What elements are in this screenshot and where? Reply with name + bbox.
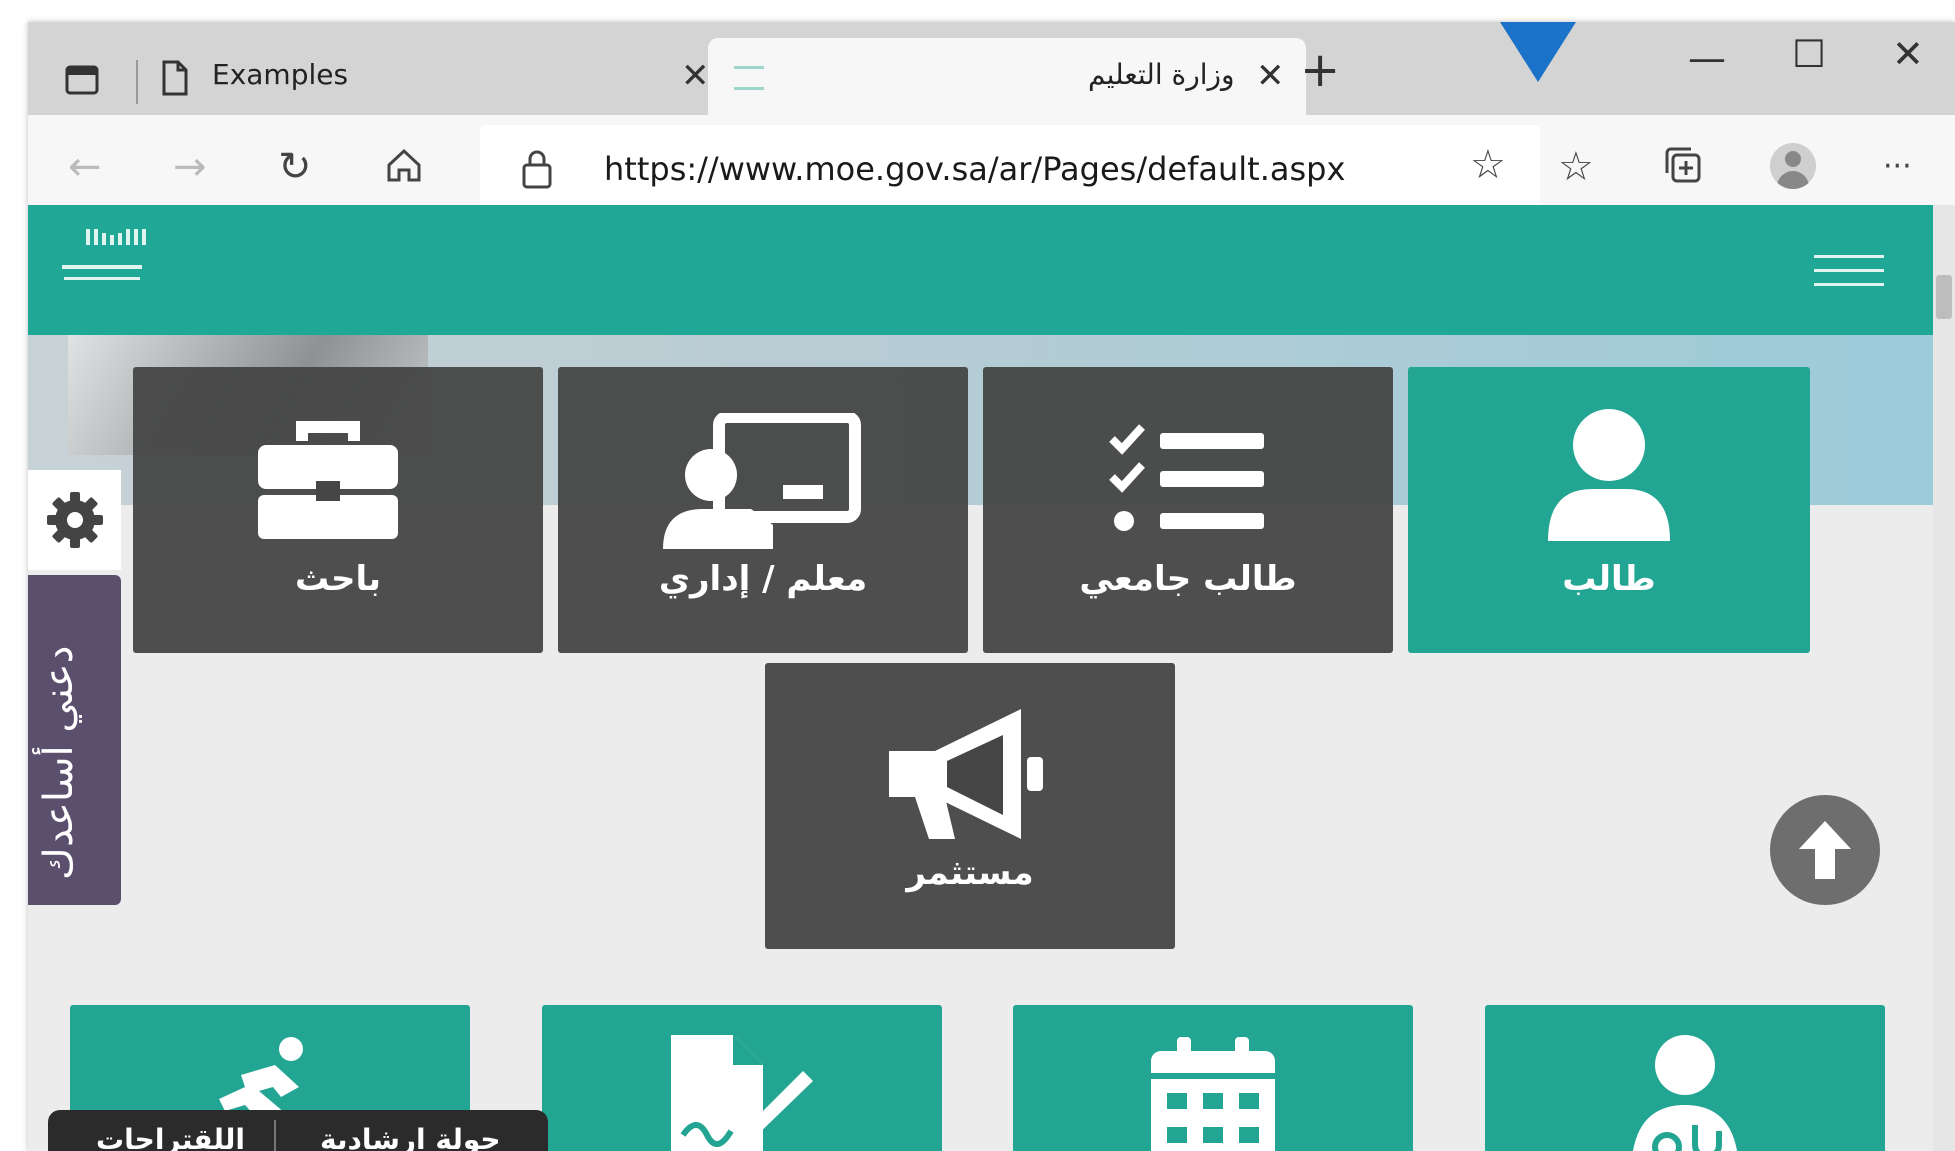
doctor-icon (1632, 1035, 1738, 1151)
tab-examples[interactable]: Examples ✕ (136, 38, 729, 115)
back-icon[interactable]: ← (68, 145, 102, 189)
megaphone-icon (889, 709, 1043, 839)
close-button[interactable]: ✕ (1892, 32, 1924, 76)
favorites-icon[interactable]: ☆ (1558, 145, 1594, 189)
tile-health[interactable] (1485, 1005, 1885, 1151)
web-page: طالب طالب جامعي معلم / إداري باحث مستثمر… (28, 205, 1955, 1151)
lock-icon[interactable] (520, 149, 554, 189)
site-favicon (734, 66, 764, 90)
help-side-tab-label: دعني أساعدك (36, 645, 82, 880)
add-favorite-icon[interactable]: ☆ (1470, 143, 1506, 187)
site-header (28, 205, 1955, 335)
gear-icon (47, 492, 103, 548)
tab-title-examples: Examples (212, 58, 349, 91)
tile-student[interactable]: طالب (1408, 367, 1810, 653)
tab-close-button[interactable]: ✕ (1256, 56, 1285, 96)
hamburger-menu-icon[interactable] (1814, 253, 1884, 289)
tile-label: طالب (1562, 559, 1656, 599)
tab-title-moe: وزارة التعليم (1088, 58, 1235, 91)
tile-teacher-admin[interactable]: معلم / إداري (558, 367, 968, 653)
tile-calendar[interactable] (1013, 1005, 1413, 1151)
tile-label: باحث (294, 559, 382, 599)
url-text[interactable]: https://www.moe.gov.sa/ar/Pages/default.… (604, 150, 1345, 188)
address-bar[interactable]: https://www.moe.gov.sa/ar/Pages/default.… (480, 125, 1540, 213)
profile-avatar[interactable] (1770, 143, 1816, 189)
home-icon[interactable] (384, 145, 424, 185)
forward-icon[interactable]: → (173, 145, 207, 189)
checklist-icon (1109, 424, 1264, 531)
tile-investor[interactable]: مستثمر (765, 663, 1175, 949)
collections-icon[interactable] (1663, 145, 1703, 185)
settings-gear-button[interactable] (28, 470, 121, 570)
tile-university-student[interactable]: طالب جامعي (983, 367, 1393, 653)
more-menu-icon[interactable]: ··· (1883, 145, 1912, 189)
teacher-board-icon (663, 413, 861, 549)
ministry-logo[interactable] (46, 225, 166, 305)
user-icon (1548, 409, 1670, 541)
minimize-button[interactable]: — (1688, 36, 1726, 80)
maximize-button[interactable]: ☐ (1792, 32, 1826, 76)
suggestions-button[interactable]: اللقتراحات (96, 1123, 245, 1151)
tile-label: معلم / إداري (658, 559, 868, 599)
help-side-tab[interactable]: دعني أساعدك (28, 575, 121, 905)
sidebar-toggle-icon[interactable] (64, 62, 100, 98)
new-tab-button[interactable]: + (1300, 42, 1340, 98)
bottom-bar-divider (274, 1120, 276, 1151)
tile-researcher[interactable]: باحث (133, 367, 543, 653)
refresh-icon[interactable]: ↻ (278, 145, 312, 189)
bottom-action-bar: اللقتراحات جولة ارشادية (48, 1110, 548, 1151)
tab-close-button[interactable]: ✕ (681, 56, 710, 96)
scrollbar-thumb[interactable] (1936, 275, 1952, 319)
annotation-arrow (1500, 22, 1576, 82)
tab-moe[interactable]: وزارة التعليم ✕ (708, 38, 1306, 115)
guided-tour-button[interactable]: جولة ارشادية (320, 1123, 501, 1151)
scroll-to-top-button[interactable] (1770, 795, 1880, 905)
page-icon (162, 60, 188, 96)
calendar-icon (1151, 1037, 1275, 1151)
tile-documents[interactable] (542, 1005, 942, 1151)
document-sign-icon (671, 1035, 813, 1151)
tab-strip: Examples ✕ وزارة التعليم ✕ + — ☐ ✕ (28, 22, 1955, 115)
browser-window: Examples ✕ وزارة التعليم ✕ + — ☐ ✕ ← → ↻… (28, 22, 1955, 1151)
vertical-scrollbar[interactable] (1933, 205, 1955, 1151)
briefcase-icon (258, 421, 398, 539)
tile-label: طالب جامعي (1079, 559, 1297, 599)
arrow-up-icon (1799, 821, 1851, 879)
tile-label: مستثمر (906, 853, 1034, 893)
